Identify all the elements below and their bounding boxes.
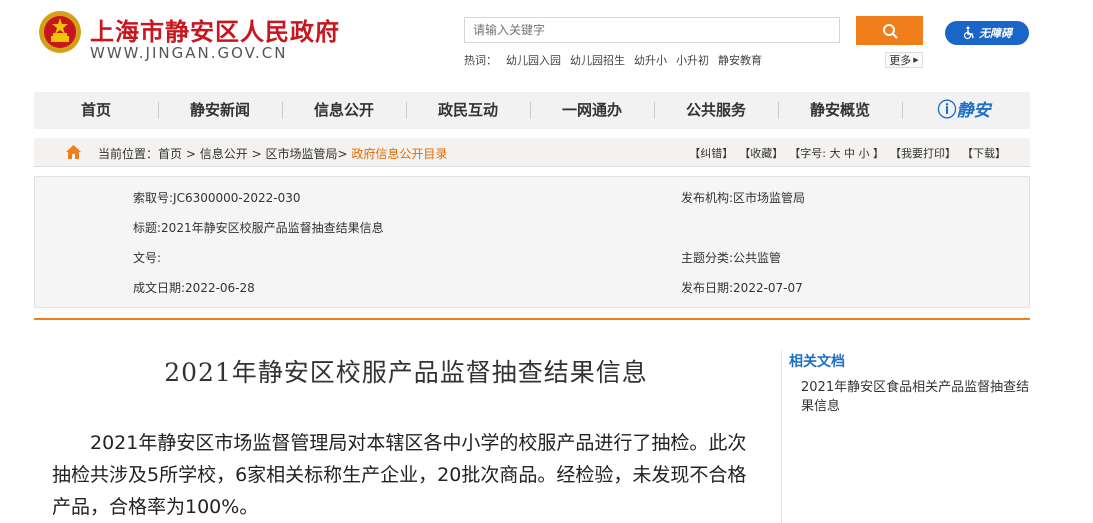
hot-words: 热词： 幼儿园入园 幼儿园招生 幼升小 小升初 静安教育: [464, 52, 762, 68]
breadcrumb-item[interactable]: 信息公开: [200, 147, 248, 161]
tool-font-size[interactable]: 【字号: 大 中 小 】: [789, 145, 884, 161]
document-meta: 索取号:JC6300000-2022-030 发布机构:区市场监管局 标题:20…: [34, 176, 1030, 308]
breadcrumb-bar: 当前位置：首页 > 信息公开 > 区市场监管局> 政府信息公开目录 【纠错】 【…: [34, 138, 1030, 167]
breadcrumb-item[interactable]: 首页: [158, 147, 182, 161]
tool-download[interactable]: 【下载】: [962, 145, 1006, 161]
nav-logo-text: 静安: [956, 101, 991, 121]
breadcrumb: 当前位置：首页 > 信息公开 > 区市场监管局> 政府信息公开目录: [98, 145, 447, 162]
page-tools: 【纠错】 【收藏】 【字号: 大 中 小 】 【我要打印】 【下载】: [689, 145, 1006, 161]
nav-item-info-disclosure[interactable]: 信息公开: [282, 92, 406, 129]
divider: [34, 318, 1030, 320]
site-domain: WWW.JINGAN.GOV.CN: [90, 44, 288, 62]
site-header: 上海市静安区人民政府 WWW.JINGAN.GOV.CN 无障碍 热词： 幼儿园…: [0, 0, 1093, 86]
meta-doc-no: 文号:: [133, 251, 162, 265]
nav-item-one-stop[interactable]: 一网通办: [530, 92, 654, 129]
meta-publisher: 发布机构:区市场监管局: [681, 191, 806, 205]
hot-word-link[interactable]: 幼儿园入园: [506, 52, 561, 68]
meta-created: 成文日期:2022-06-28: [133, 281, 255, 295]
caret-right-icon: ▶: [913, 56, 919, 64]
breadcrumb-prefix: 当前位置: [98, 147, 147, 161]
hot-word-link[interactable]: 幼儿园招生: [570, 52, 625, 68]
search-button[interactable]: [856, 16, 923, 45]
hot-word-link[interactable]: 幼升小: [634, 52, 667, 68]
breadcrumb-item[interactable]: 区市场监管局: [265, 147, 337, 161]
jingan-logo-icon: ⓘ: [937, 99, 957, 121]
nav-item-interaction[interactable]: 政民互动: [406, 92, 530, 129]
site-title[interactable]: 上海市静安区人民政府: [90, 12, 340, 47]
breadcrumb-separator: >: [337, 147, 352, 161]
breadcrumb-separator: >: [182, 147, 200, 161]
main-nav: 首页 静安新闻 信息公开 政民互动 一网通办 公共服务 静安概览 ⓘ静安: [34, 92, 1030, 129]
accessibility-label: 无障碍: [979, 27, 1012, 40]
hot-word-link[interactable]: 小升初: [676, 52, 709, 68]
more-hot-words-button[interactable]: 更多 ▶: [885, 52, 923, 68]
search-input[interactable]: [464, 17, 840, 43]
hot-words-label: 热词：: [464, 54, 497, 67]
nav-logo[interactable]: ⓘ静安: [902, 92, 1026, 129]
wheelchair-icon: [963, 26, 974, 40]
nav-item-home[interactable]: 首页: [34, 92, 158, 129]
more-label: 更多: [889, 54, 912, 67]
article-title: 2021年静安区校服产品监督抽查结果信息: [164, 358, 648, 387]
breadcrumb-separator: ：: [146, 147, 159, 161]
accessibility-button[interactable]: 无障碍: [945, 21, 1029, 45]
meta-category: 主题分类:公共监管: [681, 251, 782, 265]
tool-correct[interactable]: 【纠错】: [689, 145, 733, 161]
meta-index: 索取号:JC6300000-2022-030: [133, 191, 301, 205]
sidebar-divider: [781, 350, 782, 523]
breadcrumb-separator: >: [247, 147, 266, 161]
search-icon: [882, 23, 898, 39]
nav-item-news[interactable]: 静安新闻: [158, 92, 282, 129]
related-docs-title: 相关文档: [789, 354, 845, 370]
meta-title: 标题:2021年静安区校服产品监督抽查结果信息: [133, 221, 384, 235]
article-body: 2021年静安区市场监督管理局对本辖区各中小学的校服产品进行了抽检。此次抽检共涉…: [52, 432, 747, 518]
related-doc-link[interactable]: 2021年静安区食品相关产品监督抽查结果信息: [801, 378, 1037, 416]
tool-favorite[interactable]: 【收藏】: [739, 145, 783, 161]
tool-print[interactable]: 【我要打印】: [890, 145, 956, 161]
national-emblem-icon: [39, 11, 81, 53]
hot-word-link[interactable]: 静安教育: [718, 52, 762, 68]
home-icon: [66, 145, 81, 159]
breadcrumb-current[interactable]: 政府信息公开目录: [351, 147, 447, 161]
nav-item-overview[interactable]: 静安概览: [778, 92, 902, 129]
meta-published: 发布日期:2022-07-07: [681, 281, 803, 295]
nav-item-public-service[interactable]: 公共服务: [654, 92, 778, 129]
